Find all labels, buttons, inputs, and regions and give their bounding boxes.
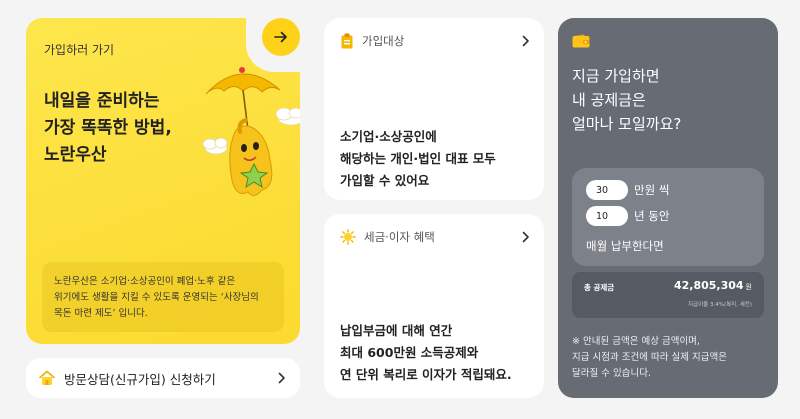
calculator-title-line: 얼마나 모일까요?	[572, 115, 682, 133]
chevron-right-icon	[278, 372, 285, 384]
interest-rate-note: 지급이율 3.4%(복리, 세전)	[688, 302, 752, 308]
total-value: 42,805,304 원	[674, 279, 752, 292]
calculator-title: 지금 가입하면 내 공제금은 얼마나 모일까요?	[572, 64, 681, 136]
years-input[interactable]: 10	[586, 206, 628, 226]
sun-coin-icon	[340, 229, 356, 245]
umbrella-mascot-illustration	[202, 67, 300, 196]
calculator-title-line: 내 공제금은	[572, 91, 646, 109]
join-link[interactable]: 가입하러 가기	[44, 41, 114, 58]
benefit-heading: 세금·이자 혜택	[364, 230, 435, 244]
disclaimer-line: ※ 안내된 금액은 예상 금액이며,	[572, 336, 700, 347]
monthly-pay-label: 매월 납부한다면	[586, 239, 664, 253]
monthly-amount-row: 30 만원 씩	[586, 180, 669, 200]
arrow-right-button[interactable]	[262, 18, 300, 56]
monthly-amount-input[interactable]: 30	[586, 180, 628, 200]
consult-label: 방문상담(신규가입) 신청하기	[64, 371, 216, 387]
arrow-right-icon	[274, 31, 287, 43]
total-amount: 42,805,304	[673, 279, 744, 292]
eligibility-header: 가입대상	[340, 33, 404, 49]
eligibility-line: 해당하는 개인·법인 대표 모두	[340, 151, 496, 166]
chevron-right-icon[interactable]	[522, 35, 530, 47]
total-result-box: 총 공제금 42,805,304 원 지급이율 3.4%(복리, 세전)	[572, 272, 764, 318]
hero-desc-line: 위기에도 생활을 지킬 수 있도록 운영되는 ‘사장님의	[54, 292, 259, 303]
eligibility-line: 가입할 수 있어요	[340, 173, 430, 188]
hero-title-line: 노란우산	[44, 145, 107, 165]
calculator-input-box: 30 만원 씩 10 년 동안 매월 납부한다면	[572, 168, 764, 266]
benefit-body: 납입부금에 대해 연간 최대 600만원 소득공제와 연 단위 복리로 이자가 …	[340, 320, 512, 386]
disclaimer-line: 달라질 수 있습니다.	[572, 368, 651, 379]
savings-calculator-card: 지금 가입하면 내 공제금은 얼마나 모일까요? 30 만원 씩 10 년 동안…	[558, 18, 778, 398]
eligibility-line: 소기업·소상공인에	[340, 129, 437, 144]
benefit-header: 세금·이자 혜택	[340, 229, 435, 245]
years-unit: 년 동안	[634, 209, 670, 223]
years-row: 10 년 동안	[586, 206, 669, 226]
house-icon	[38, 370, 56, 385]
hero-description: 노란우산은 소기업·소상공인이 폐업·노후 같은 위기에도 생활을 지킬 수 있…	[42, 262, 284, 332]
eligibility-heading: 가입대상	[362, 34, 405, 48]
hero-title-line: 내일을 준비하는	[44, 91, 160, 111]
disclaimer-line: 지급 시점과 조건에 따라 실제 지급액은	[572, 352, 727, 363]
calculator-title-line: 지금 가입하면	[572, 67, 660, 85]
hero-desc-line: 목돈 마련 제도’ 입니다.	[54, 308, 148, 319]
eligibility-body: 소기업·소상공인에 해당하는 개인·법인 대표 모두 가입할 수 있어요	[340, 126, 496, 192]
monthly-amount-unit: 만원 씩	[634, 183, 670, 197]
hero-title-line: 가장 똑똑한 방법,	[44, 118, 172, 138]
wallet-icon	[572, 34, 590, 48]
total-unit: 원	[745, 283, 752, 291]
eligibility-card[interactable]: 가입대상 소기업·소상공인에 해당하는 개인·법인 대표 모두 가입할 수 있어…	[324, 18, 544, 200]
consult-apply-button[interactable]: 방문상담(신규가입) 신청하기	[26, 358, 300, 398]
chevron-right-icon[interactable]	[522, 231, 530, 243]
calculator-disclaimer: ※ 안내된 금액은 예상 금액이며, 지급 시점과 조건에 따라 실제 지급액은…	[572, 334, 727, 382]
tax-benefit-card[interactable]: 세금·이자 혜택 납입부금에 대해 연간 최대 600만원 소득공제와 연 단위…	[324, 214, 544, 398]
benefit-line: 납입부금에 대해 연간	[340, 323, 453, 338]
benefit-line: 최대 600만원 소득공제와	[340, 345, 479, 360]
hero-title: 내일을 준비하는 가장 똑똑한 방법, 노란우산	[44, 88, 172, 169]
hero-card[interactable]: 가입하러 가기 내일을 준비하는 가장 똑똑한 방법, 노란우산 노란우산은 소…	[26, 18, 300, 344]
benefit-line: 연 단위 복리로 이자가 적립돼요.	[340, 367, 512, 382]
hero-desc-line: 노란우산은 소기업·소상공인이 폐업·노후 같은	[54, 276, 236, 287]
clipboard-icon	[341, 33, 353, 49]
total-label: 총 공제금	[584, 283, 615, 292]
